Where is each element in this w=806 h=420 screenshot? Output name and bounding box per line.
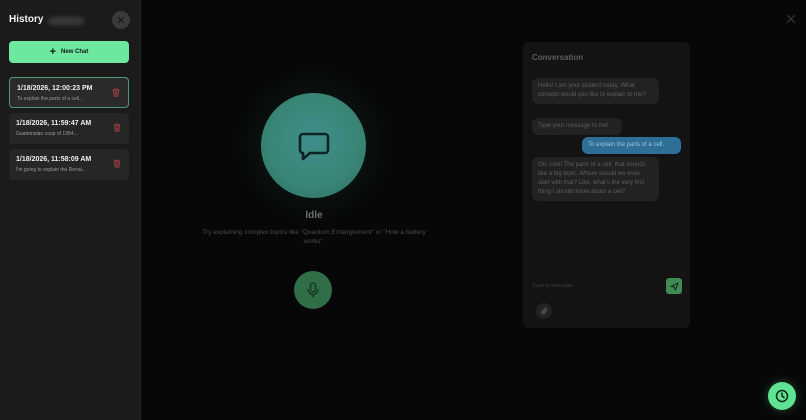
new-chat-label: New Chat bbox=[61, 49, 89, 55]
trash-icon[interactable] bbox=[112, 88, 120, 97]
history-item[interactable]: 1/18/2026, 11:58:09 AM I'm going to expl… bbox=[9, 149, 129, 180]
user-message: To explain the parts of a cell. bbox=[582, 137, 681, 154]
plus-icon: + bbox=[49, 45, 57, 58]
conversation-title: Conversation bbox=[532, 53, 584, 62]
history-item-preview: I'm going to explain the Renai... bbox=[16, 167, 86, 173]
main-area: Idle Try explaining complex topics like … bbox=[141, 0, 806, 420]
bot-message: Type your message to me! bbox=[532, 118, 622, 135]
chat-bubble-icon bbox=[298, 132, 329, 160]
status-hint: Try explaining complex topics like "Quan… bbox=[202, 229, 426, 245]
microphone-icon bbox=[307, 282, 319, 298]
history-item-preview: Guatemalan coup of 1954... bbox=[16, 131, 78, 137]
bot-message: Oh, cool! The parts of a cell, that soun… bbox=[532, 157, 659, 201]
history-item-timestamp: 1/18/2026, 12:00:23 PM bbox=[17, 85, 93, 92]
send-icon bbox=[669, 281, 679, 291]
trash-icon[interactable] bbox=[113, 123, 121, 132]
close-sidebar-button[interactable] bbox=[112, 11, 130, 29]
voice-orb bbox=[261, 93, 366, 198]
send-button[interactable] bbox=[666, 278, 682, 294]
conversation-panel: Conversation Hello! I am your student to… bbox=[523, 42, 690, 328]
history-item[interactable]: 1/18/2026, 11:59:47 AM Guatemalan coup o… bbox=[9, 113, 129, 144]
new-chat-button[interactable]: + New Chat bbox=[9, 41, 129, 63]
history-button[interactable] bbox=[768, 382, 796, 410]
blurred-label bbox=[48, 17, 84, 25]
history-sidebar: History + New Chat 1/18/2026, 12:00:23 P… bbox=[0, 0, 141, 420]
attach-button[interactable] bbox=[536, 303, 552, 319]
sidebar-title: History bbox=[9, 14, 44, 25]
status-title: Idle bbox=[305, 210, 323, 221]
history-item-timestamp: 1/18/2026, 11:58:09 AM bbox=[16, 156, 92, 163]
history-item-preview: To explain the parts of a cell... bbox=[17, 96, 84, 102]
clock-icon bbox=[775, 389, 789, 403]
history-list: 1/18/2026, 12:00:23 PM To explain the pa… bbox=[9, 77, 129, 185]
history-item[interactable]: 1/18/2026, 12:00:23 PM To explain the pa… bbox=[9, 77, 129, 108]
microphone-button[interactable] bbox=[294, 271, 332, 309]
sidebar-header: History bbox=[9, 11, 131, 31]
close-icon[interactable] bbox=[786, 14, 796, 24]
history-item-timestamp: 1/18/2026, 11:59:47 AM bbox=[16, 120, 92, 127]
message-input[interactable] bbox=[532, 279, 656, 293]
close-icon bbox=[117, 16, 125, 24]
bot-message: Hello! I am your student today. What con… bbox=[532, 78, 659, 104]
trash-icon[interactable] bbox=[113, 159, 121, 168]
paperclip-icon bbox=[540, 307, 547, 314]
